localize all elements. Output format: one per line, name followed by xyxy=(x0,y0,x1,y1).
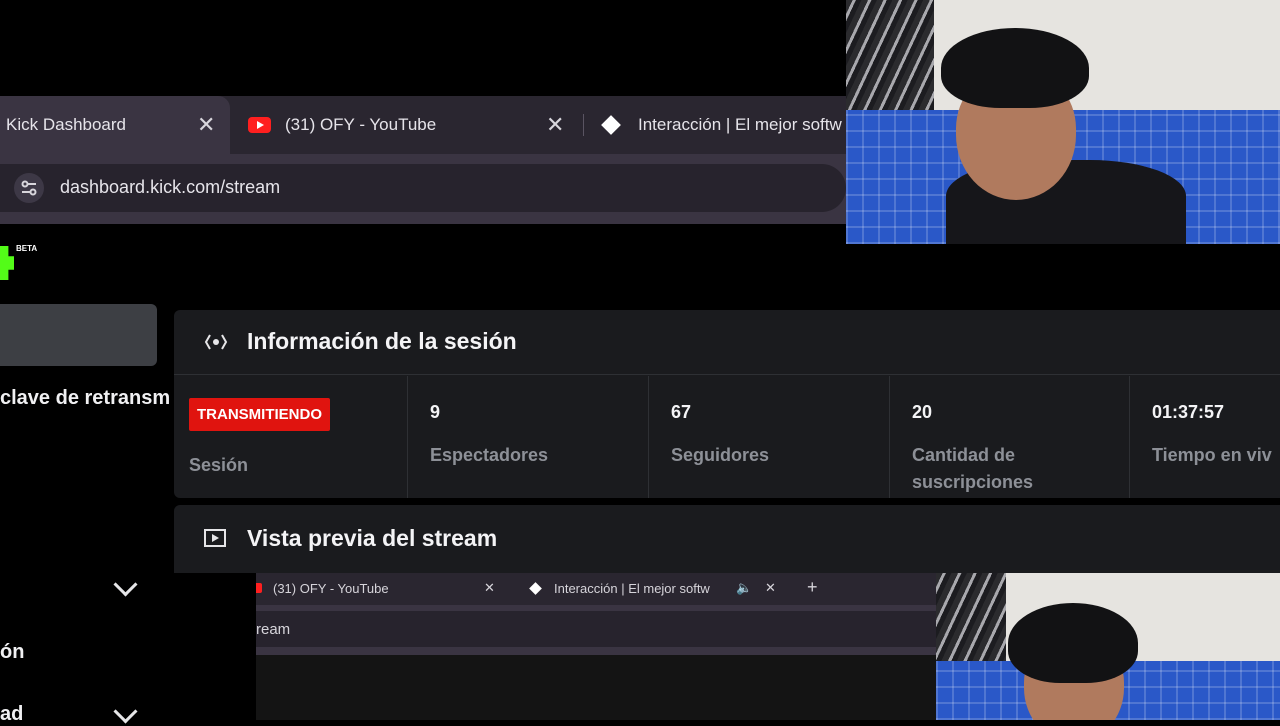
status-badge: TRANSMITIENDO xyxy=(189,398,330,431)
stat-live-time: 01:37:57 Tiempo en viv xyxy=(1129,376,1280,498)
diamond-icon xyxy=(601,115,621,135)
stat-value: 01:37:57 xyxy=(1152,402,1225,422)
url-text: dashboard.kick.com/stream xyxy=(60,177,281,197)
new-tab-icon: + xyxy=(807,577,818,597)
stat-label: Sesión xyxy=(189,455,249,475)
session-info-panel: Información de la sesión TRANSMITIENDO S… xyxy=(174,310,1280,498)
preview-url-text: ream xyxy=(256,621,291,638)
stat-subscriptions: 20 Cantidad de suscripciones xyxy=(889,376,1131,498)
speaker-icon: 🔈 xyxy=(736,580,753,595)
sidebar-item-active[interactable] xyxy=(0,304,157,366)
stat-label: Seguidores xyxy=(671,445,770,465)
site-settings-icon[interactable] xyxy=(14,173,44,203)
close-tab-icon[interactable]: ✕ xyxy=(546,114,564,136)
broadcast-icon xyxy=(204,334,228,350)
stat-label: Tiempo en viv xyxy=(1152,445,1272,465)
stat-label: Cantidad de xyxy=(912,445,1016,465)
address-bar: dashboard.kick.com/stream xyxy=(0,154,846,224)
preview-webcam xyxy=(936,573,1280,720)
beta-badge: BETA xyxy=(16,244,38,253)
session-title: Información de la sesión xyxy=(247,328,517,354)
stat-viewers: 9 Espectadores xyxy=(407,376,649,498)
close-tab-icon: ✕ xyxy=(484,580,495,595)
webcam-overlay xyxy=(846,0,1280,244)
tab-youtube[interactable]: (31) OFY - YouTube ✕ xyxy=(248,96,578,154)
sidebar-item-stream-key[interactable]: clave de retransm xyxy=(0,387,170,410)
preview-title: Vista previa del stream xyxy=(247,525,498,551)
session-status: TRANSMITIENDO Sesión xyxy=(174,376,407,498)
close-tab-icon[interactable]: ✕ xyxy=(197,114,215,136)
chevron-down-icon[interactable] xyxy=(113,572,138,597)
tab-label: Kick Dashboard xyxy=(6,115,127,134)
tab-separator xyxy=(583,114,584,136)
session-header: Información de la sesión xyxy=(174,310,1280,375)
url-field[interactable]: dashboard.kick.com/stream xyxy=(0,164,846,212)
youtube-icon xyxy=(248,117,271,133)
kick-logo[interactable] xyxy=(0,246,14,280)
stat-label: Espectadores xyxy=(430,445,549,465)
stat-followers: 67 Seguidores xyxy=(648,376,890,498)
preview-icon xyxy=(204,529,226,547)
youtube-icon xyxy=(256,583,262,593)
preview-tab-bar: (31) OFY - YouTube ✕ Interacción | El me… xyxy=(256,573,936,605)
stat-label-line2: suscripciones xyxy=(912,472,1034,492)
browser-tab-bar: Kick Dashboard ✕ (31) OFY - YouTube ✕ In… xyxy=(0,96,846,154)
diamond-icon xyxy=(529,582,542,595)
sidebar-item-section-2[interactable]: ad xyxy=(0,703,23,726)
close-tab-icon: ✕ xyxy=(765,580,776,595)
stat-value: 9 xyxy=(430,402,441,422)
stat-value: 67 xyxy=(671,402,692,422)
tab-kick-dashboard[interactable]: Kick Dashboard ✕ xyxy=(0,96,230,154)
stream-preview-panel: Vista previa del stream xyxy=(174,505,1280,573)
tab-label: Interacción | El mejor softw xyxy=(638,115,842,134)
stat-value: 20 xyxy=(912,402,933,422)
stream-preview-video[interactable]: (31) OFY - YouTube ✕ Interacción | El me… xyxy=(256,573,936,720)
preview-tab-label: (31) OFY - YouTube xyxy=(273,581,389,596)
preview-tab-label: Interacción | El mejor softw xyxy=(554,581,710,596)
preview-address-bar: ream xyxy=(256,605,936,655)
tab-label: (31) OFY - YouTube xyxy=(285,115,437,134)
sidebar-item-section[interactable]: ón xyxy=(0,641,24,664)
tab-interaccion[interactable]: Interacción | El mejor softw xyxy=(600,96,846,154)
